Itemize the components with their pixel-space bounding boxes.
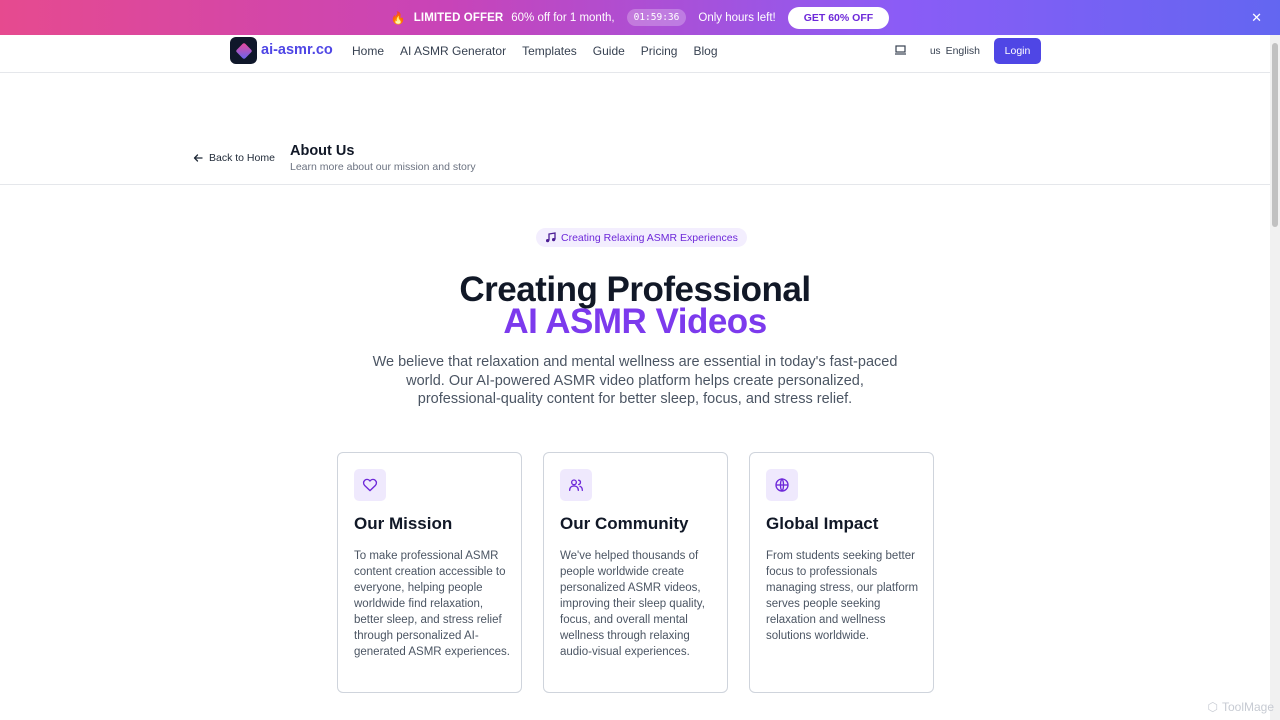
promo-text: 60% off for 1 month,: [511, 11, 615, 24]
logo-text[interactable]: ai-asmr.co: [261, 42, 333, 58]
scrollbar-thumb[interactable]: [1272, 43, 1278, 227]
community-card: Our Community We've helped thousands of …: [543, 452, 728, 693]
music-note-icon: [546, 232, 556, 243]
flag-icon: us: [930, 46, 941, 57]
header-divider: [0, 184, 1270, 185]
hero-badge: Creating Relaxing ASMR Experiences: [536, 228, 747, 247]
get-offer-button[interactable]: GET 60% OFF: [787, 6, 890, 29]
users-icon: [560, 469, 592, 501]
page-scrollbar[interactable]: [1270, 35, 1280, 720]
card-title: Global Impact: [766, 514, 879, 533]
promo-label: LIMITED OFFER: [413, 11, 504, 24]
card-description: We've helped thousands of people worldwi…: [560, 550, 705, 658]
nav-link-home[interactable]: Home: [352, 44, 384, 58]
watermark: ⬡ ToolMage: [1207, 700, 1274, 714]
watermark-logo-icon: ⬡: [1207, 700, 1218, 714]
card-description: From students seeking better focus to pr…: [766, 550, 919, 642]
card-description: To make professional ASMR content creati…: [354, 550, 510, 658]
language-selector[interactable]: us English: [930, 45, 980, 57]
logo-icon[interactable]: [230, 37, 257, 64]
nav-link-templates[interactable]: Templates: [522, 44, 577, 58]
card-title: Our Mission: [354, 514, 453, 533]
hero-badge-label: Creating Relaxing ASMR Experiences: [561, 231, 738, 244]
back-to-home-link[interactable]: Back to Home: [193, 152, 275, 164]
nav-links: Home AI ASMR Generator Templates Guide P…: [352, 44, 718, 58]
nav-link-guide[interactable]: Guide: [593, 44, 625, 58]
globe-icon: [766, 469, 798, 501]
promo-timer: 01:59:36: [626, 9, 687, 26]
card-title: Our Community: [560, 514, 689, 533]
top-nav: ai-asmr.co Home AI ASMR Generator Templa…: [0, 35, 1270, 73]
impact-card: Global Impact From students seeking bett…: [749, 452, 934, 693]
hero-description: We believe that relaxation and mental we…: [372, 354, 898, 407]
login-button[interactable]: Login: [994, 38, 1041, 64]
page-title: About Us: [290, 143, 355, 159]
promo-hours-left: Only hours left!: [698, 11, 776, 24]
mission-card: Our Mission To make professional ASMR co…: [337, 452, 522, 693]
page-subtitle: Learn more about our mission and story: [290, 161, 476, 173]
heart-icon: [354, 469, 386, 501]
watermark-text: ToolMage: [1221, 700, 1274, 714]
nav-link-pricing[interactable]: Pricing: [641, 44, 678, 58]
back-label: Back to Home: [209, 152, 275, 164]
language-label: English: [945, 45, 981, 57]
hero-title-line2: AI ASMR Videos: [503, 302, 767, 341]
nav-link-blog[interactable]: Blog: [693, 44, 717, 58]
promo-banner: 🔥 LIMITED OFFER 60% off for 1 month, 01:…: [0, 0, 1280, 35]
arrow-left-icon: [193, 154, 203, 162]
monitor-icon[interactable]: [895, 45, 906, 55]
fire-icon: 🔥: [390, 10, 406, 25]
close-icon[interactable]: ✕: [1251, 10, 1262, 26]
nav-link-generator[interactable]: AI ASMR Generator: [400, 44, 506, 58]
